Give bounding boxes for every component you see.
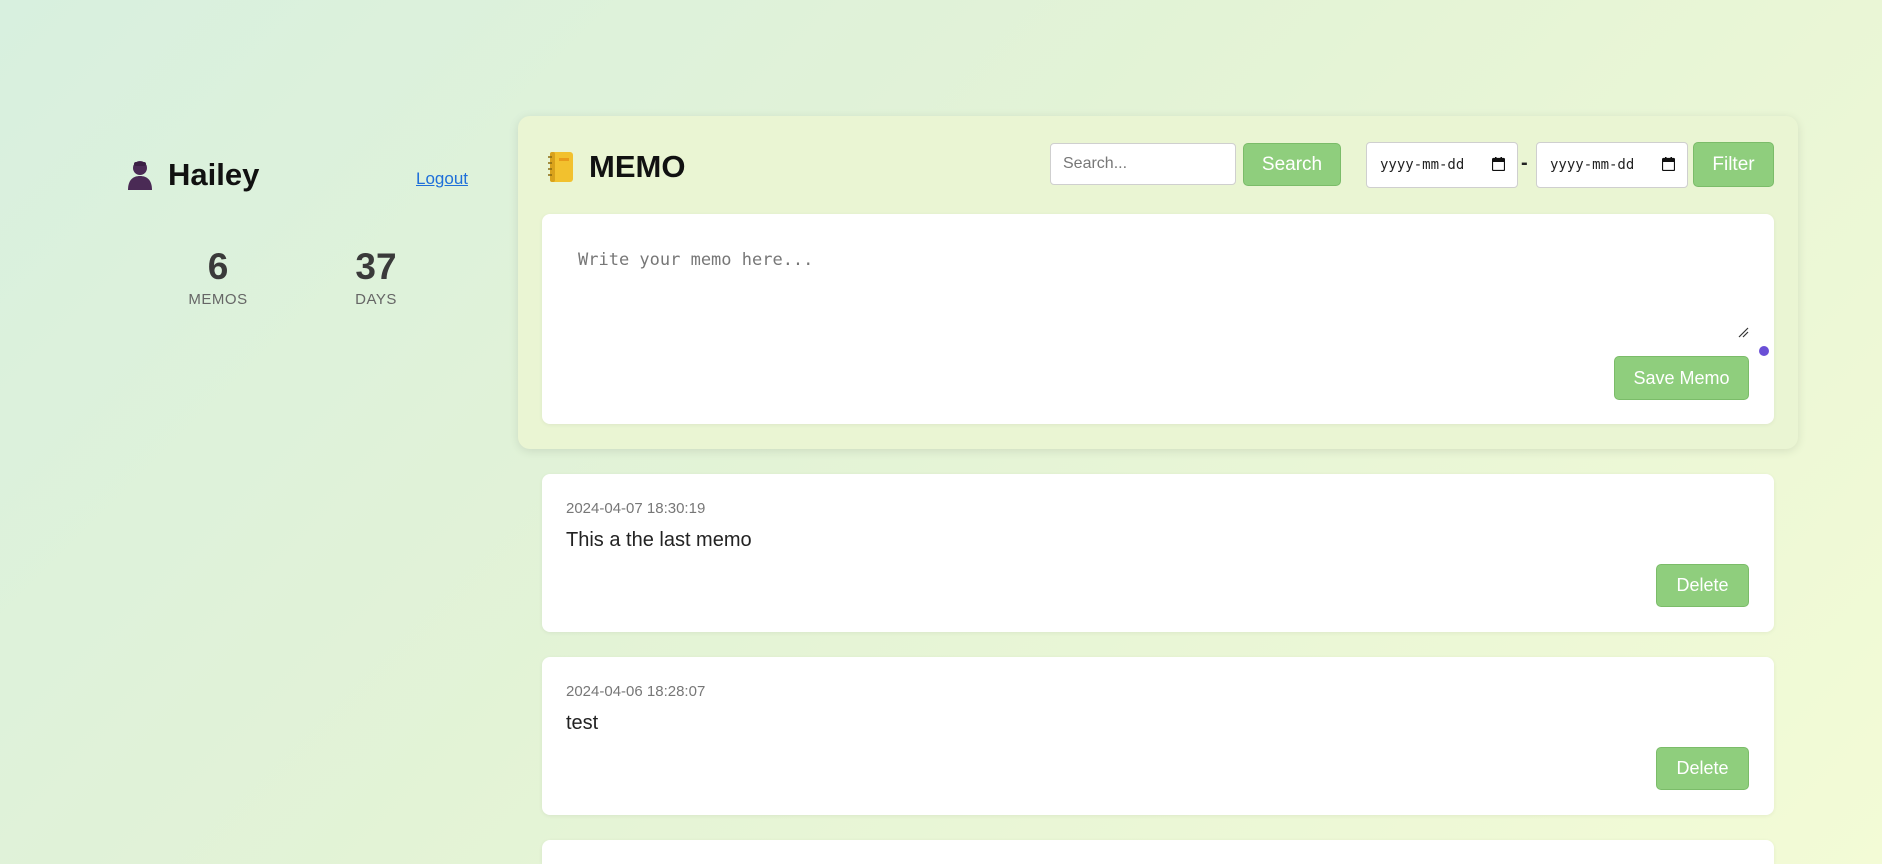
notebook-icon (548, 152, 573, 182)
page-title-text: MEMO (589, 149, 686, 184)
memo-card-partial (542, 840, 1774, 864)
date-to-input[interactable]: yyyy-mm-dd (1536, 142, 1688, 188)
days-count-stat: 37 DAYS (326, 245, 426, 308)
calendar-icon[interactable] (1662, 157, 1675, 171)
memo-timestamp: 2024-04-06 18:28:07 (566, 683, 706, 700)
memo-count-stat: 6 MEMOS (168, 245, 268, 308)
logout-link[interactable]: Logout (416, 169, 468, 189)
memo-timestamp: 2024-04-07 18:30:19 (566, 500, 706, 517)
memo-compose-card: Save Memo (542, 214, 1774, 424)
person-icon (128, 161, 152, 190)
days-count: 37 (355, 246, 397, 287)
memo-text: This a the last memo (566, 529, 752, 551)
resize-handle-icon[interactable] (1737, 326, 1749, 338)
memo-panel: MEMO Search yyyy-mm-dd - yyyy-mm-dd Filt… (518, 116, 1798, 449)
memo-count-label: MEMOS (188, 291, 248, 308)
calendar-icon[interactable] (1492, 157, 1505, 171)
filter-button[interactable]: Filter (1693, 142, 1774, 187)
memo-count: 6 (207, 246, 229, 287)
date-to-placeholder: yyyy-mm-dd (1550, 157, 1635, 173)
days-count-label: DAYS (355, 291, 397, 308)
date-from-input[interactable]: yyyy-mm-dd (1366, 142, 1518, 188)
memo-card: 2024-04-06 18:28:07 test Delete (542, 657, 1774, 815)
sidebar: Hailey Logout 6 MEMOS 37 DAYS (126, 155, 468, 308)
search-input[interactable] (1050, 143, 1236, 185)
memo-card: 2024-04-07 18:30:19 This a the last memo… (542, 474, 1774, 632)
username: Hailey (168, 157, 260, 192)
delete-button[interactable]: Delete (1656, 747, 1749, 790)
date-from-placeholder: yyyy-mm-dd (1380, 157, 1465, 173)
search-button[interactable]: Search (1243, 143, 1341, 186)
memo-text: test (566, 712, 599, 734)
save-memo-button[interactable]: Save Memo (1614, 356, 1749, 400)
page-title: MEMO (547, 149, 685, 185)
indicator-dot (1759, 346, 1769, 356)
memo-textarea[interactable] (566, 238, 1748, 338)
date-range-separator: - (1521, 152, 1528, 174)
delete-button[interactable]: Delete (1656, 564, 1749, 607)
